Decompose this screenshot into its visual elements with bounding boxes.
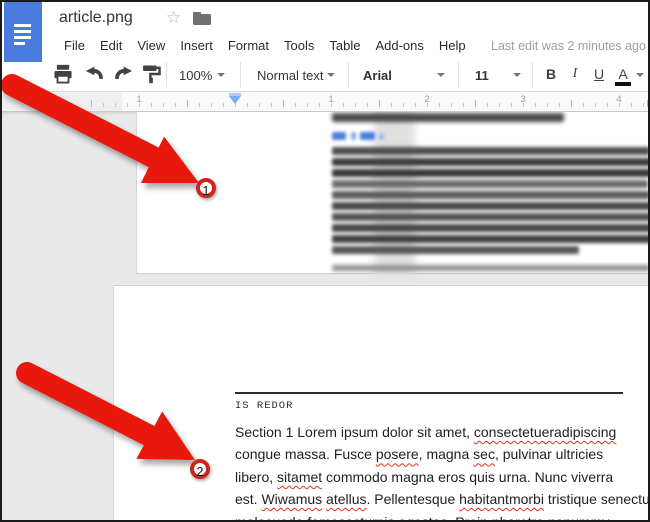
blurred-text-line — [332, 224, 648, 232]
menu-item-view[interactable]: View — [137, 38, 165, 56]
toolbar-separator — [348, 62, 349, 88]
section-divider-line — [235, 392, 623, 394]
toolbar-separator — [166, 62, 167, 88]
menu-item-edit[interactable]: Edit — [100, 38, 122, 56]
doc-line: malesuada famesacturpis egestas. Proin p… — [235, 511, 648, 522]
font-size-dropdown[interactable]: 11 — [470, 62, 526, 88]
menu-item-format[interactable]: Format — [228, 38, 269, 56]
docs-icon-line — [14, 24, 31, 27]
misspelled-word: atellus — [326, 491, 367, 508]
blurred-text-line — [332, 265, 648, 271]
menu-item-table[interactable]: Table — [329, 38, 360, 56]
blurred-text-line — [360, 132, 375, 140]
header: article.png ☆ File Edit View Insert Format To… — [2, 2, 648, 62]
toolbar: 100% Normal text Arial 11 B I U A — [2, 58, 648, 92]
callout-badge-1: 1 — [196, 178, 216, 198]
misspelled-word: posere — [375, 446, 419, 463]
misspelled-word: sitamet — [277, 468, 323, 485]
section-kicker: IS REDOR — [235, 400, 294, 412]
toolbar-separator — [240, 62, 241, 88]
misspelled-word: sec — [473, 446, 495, 463]
docs-home-icon[interactable] — [4, 2, 42, 62]
ruler-label: 1 — [136, 94, 142, 105]
undo-button[interactable] — [84, 63, 106, 85]
menu-item-addons[interactable]: Add-ons — [375, 38, 423, 56]
doc-line: Section 1 Lorem ipsum dolor sit amet, co… — [235, 424, 617, 440]
docs-icon-line — [14, 36, 31, 39]
underline-button[interactable]: U — [588, 62, 610, 88]
menu-item-insert[interactable]: Insert — [180, 38, 213, 56]
menu-item-help[interactable]: Help — [439, 38, 466, 56]
blurred-text-line — [332, 246, 579, 254]
chevron-down-icon — [327, 73, 335, 77]
blurred-text-line — [332, 202, 648, 210]
ruler-ticks — [103, 103, 648, 107]
body-text: Section 1 Lorem ipsum dolor sit amet, co… — [235, 421, 650, 522]
italic-button[interactable]: I — [564, 62, 586, 88]
chevron-down-icon[interactable] — [636, 73, 644, 77]
doc-line: est. Wiwamus atellus. Pellentesque habit… — [235, 491, 650, 508]
menu-item-file[interactable]: File — [64, 38, 85, 56]
ruler-label: 4 — [616, 94, 622, 105]
last-edit-status[interactable]: Last edit was 2 minutes ago — [491, 39, 646, 53]
blurred-text-line — [332, 132, 346, 140]
docs-icon-line — [14, 30, 31, 33]
misspelled-word: consectetueradipiscing — [473, 424, 617, 440]
callout-badge-2: 2 — [190, 459, 210, 479]
left-indent-marker[interactable] — [229, 96, 241, 104]
blurred-text-line — [332, 235, 648, 243]
font-dropdown[interactable]: Arial — [358, 62, 450, 88]
blurred-text-line — [332, 191, 648, 199]
chevron-down-icon — [217, 73, 225, 77]
blurred-text-line — [332, 169, 648, 177]
blurred-text-line — [332, 158, 648, 166]
blurred-text-line — [332, 213, 648, 221]
blurred-text-line — [332, 147, 648, 155]
menu-bar: File Edit View Insert Format Tools Table Add-on… — [64, 38, 466, 56]
doc-line: libero, sitamet commodo magna eros quis … — [235, 468, 614, 485]
docs-icon-line — [14, 42, 25, 45]
blurred-text-line — [379, 133, 384, 140]
zoom-dropdown[interactable]: 100% — [174, 62, 230, 88]
ruler-label: 3 — [520, 94, 526, 105]
toolbar-separator — [458, 62, 459, 88]
document-title[interactable]: article.png — [59, 9, 133, 27]
chevron-down-icon — [513, 73, 521, 77]
ruler: 1 1 2 3 4 — [2, 92, 648, 112]
ruler-label: 2 — [424, 94, 430, 105]
document-canvas: IS REDOR Section 1 Lorem ipsum dolor sit… — [2, 112, 650, 522]
toolbar-separator — [532, 62, 533, 88]
google-docs-window: article.png ☆ File Edit View Insert Format To… — [0, 0, 650, 522]
misspelled-word: Wiwamus — [261, 491, 323, 508]
blurred-text-line — [332, 113, 564, 122]
star-icon[interactable]: ☆ — [166, 8, 181, 28]
chevron-down-icon — [437, 73, 445, 77]
print-button[interactable] — [52, 63, 74, 85]
folder-icon[interactable] — [193, 12, 213, 27]
misspelled-word: famesacturpis — [307, 513, 395, 522]
text-color-button[interactable]: A — [612, 62, 634, 88]
style-dropdown[interactable]: Normal text — [252, 62, 340, 88]
doc-line: congue massa. Fusce posere, magna sec, p… — [235, 446, 604, 463]
misspelled-word: habitantmorbi — [459, 491, 544, 508]
bold-button[interactable]: B — [540, 62, 562, 88]
paint-format-icon[interactable] — [140, 63, 162, 85]
blurred-text-line — [332, 180, 648, 188]
redo-button[interactable] — [112, 63, 134, 85]
menu-item-tools[interactable]: Tools — [284, 38, 314, 56]
ruler-label: 1 — [328, 94, 334, 105]
blurred-text-line — [351, 132, 356, 140]
